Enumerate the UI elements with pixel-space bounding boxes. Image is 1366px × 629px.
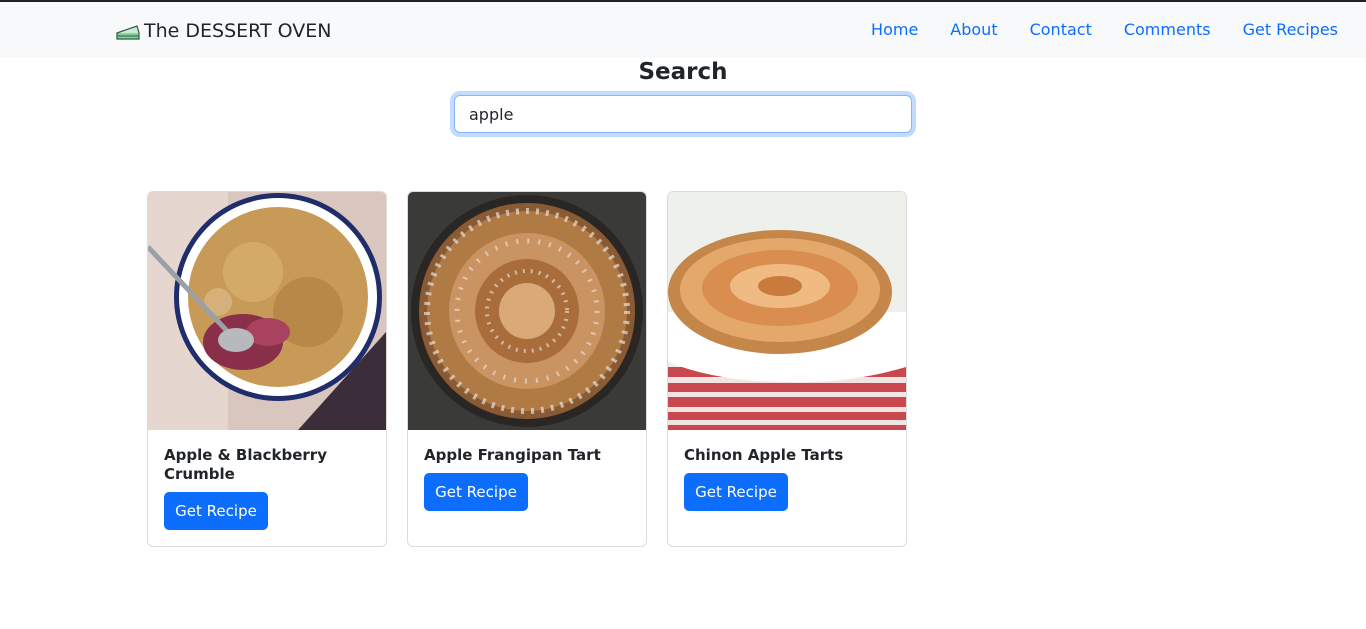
get-recipe-button[interactable]: Get Recipe — [684, 473, 788, 511]
nav-comments-link[interactable]: Comments — [1124, 20, 1211, 39]
search-title: Search — [638, 59, 728, 85]
recipe-title: Apple & Blackberry Crumble — [164, 446, 327, 483]
get-recipe-button[interactable]: Get Recipe — [424, 473, 528, 511]
nav-contact-link[interactable]: Contact — [1030, 20, 1092, 39]
frangipan-tart-photo — [408, 192, 646, 430]
nav-get-recipes-link[interactable]: Get Recipes — [1243, 20, 1338, 39]
search-input[interactable] — [454, 95, 912, 133]
cake-slice-icon — [115, 21, 141, 41]
nav-home-link[interactable]: Home — [871, 20, 918, 39]
recipe-card: Chinon Apple Tarts Get Recipe — [667, 191, 907, 547]
recipe-card: Apple Frangipan Tart Get Recipe — [407, 191, 647, 547]
brand-link[interactable]: The DESSERT OVEN — [115, 19, 331, 43]
brand-name: The DESSERT OVEN — [144, 20, 332, 42]
recipe-title: Apple Frangipan Tart — [424, 446, 601, 464]
recipe-title: Chinon Apple Tarts — [684, 446, 844, 464]
navbar: The DESSERT OVEN Home About Contact Comm… — [0, 2, 1366, 58]
nav-links: Home About Contact Comments Get Recipes — [871, 20, 1338, 39]
recipe-card: Apple & Blackberry Crumble Get Recipe — [147, 191, 387, 547]
nav-about-link[interactable]: About — [950, 20, 997, 39]
apple-tart-photo — [668, 192, 906, 430]
get-recipe-button[interactable]: Get Recipe — [164, 492, 268, 530]
crumble-photo — [148, 192, 386, 430]
